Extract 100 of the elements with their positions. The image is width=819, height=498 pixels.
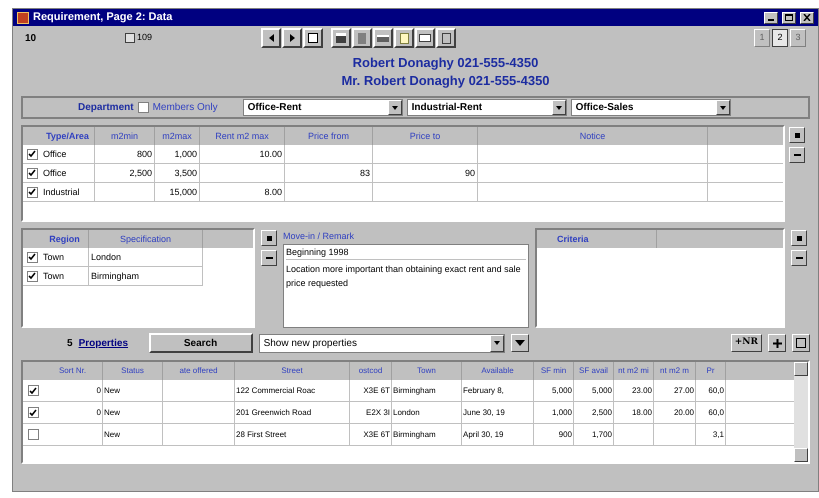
page-tab[interactable]: 2 bbox=[772, 29, 788, 47]
table-cell: E2X 3I bbox=[350, 402, 392, 424]
table-cell: 15,000 bbox=[155, 182, 200, 202]
column-header: Available bbox=[462, 362, 534, 380]
previous-button[interactable] bbox=[261, 28, 281, 48]
table-cell: 83 bbox=[285, 164, 373, 182]
add-row-button[interactable] bbox=[791, 230, 807, 246]
table-cell: 20.00 bbox=[654, 402, 696, 424]
table-cell: 2,500 bbox=[95, 164, 155, 182]
properties-link[interactable]: Properties bbox=[78, 336, 143, 350]
checkbox[interactable] bbox=[28, 407, 38, 418]
column-header: ostcod bbox=[350, 362, 392, 380]
table-cell: 1,700 bbox=[574, 424, 614, 446]
checkbox[interactable] bbox=[26, 148, 38, 160]
remove-row-button[interactable] bbox=[789, 147, 805, 163]
checkbox[interactable] bbox=[26, 168, 38, 178]
checkbox[interactable] bbox=[26, 270, 38, 282]
property-count: 5 bbox=[67, 336, 73, 350]
table-cell: 10.00 bbox=[200, 144, 285, 164]
table-cell: London bbox=[392, 402, 462, 424]
add-row-button[interactable] bbox=[261, 230, 277, 246]
stop-button[interactable] bbox=[303, 28, 323, 48]
table-cell: 18.00 bbox=[614, 402, 654, 424]
table-cell: 90 bbox=[373, 164, 478, 182]
checkbox[interactable] bbox=[26, 252, 38, 262]
add-button[interactable] bbox=[768, 334, 786, 352]
checkbox[interactable] bbox=[138, 102, 149, 113]
column-header: Price from bbox=[285, 127, 373, 145]
plus-icon bbox=[772, 338, 782, 348]
table-cell: Birmingham bbox=[392, 424, 462, 446]
remove-row-button[interactable] bbox=[261, 250, 277, 266]
table-cell: New bbox=[103, 380, 163, 402]
column-header: Region bbox=[41, 230, 89, 248]
table-cell: 1,000 bbox=[534, 402, 574, 424]
add-row-button[interactable] bbox=[789, 127, 805, 143]
remark-text: Beginning 1998 bbox=[286, 245, 526, 260]
table-cell: 3,500 bbox=[155, 164, 200, 182]
search-button[interactable]: Search bbox=[148, 333, 253, 353]
remark-text: Location more important than obtaining exact rent and sale price requested bbox=[286, 263, 522, 290]
record-number: 10 bbox=[25, 32, 38, 46]
maximize-button[interactable] bbox=[782, 12, 796, 24]
delete-button[interactable] bbox=[352, 28, 372, 48]
table-cell: April 30, 19 bbox=[462, 424, 534, 446]
mail-button[interactable] bbox=[415, 28, 435, 48]
table-cell: June 30, 19 bbox=[462, 402, 534, 424]
table-cell: 8.00 bbox=[200, 182, 285, 202]
table-cell: 201 Greenwich Road bbox=[235, 402, 350, 424]
print-button[interactable] bbox=[373, 28, 393, 48]
contact-name: Mr. Robert Donaghy 021-555-4350 bbox=[341, 72, 550, 90]
remark-label: Move-in / Remark bbox=[283, 230, 356, 243]
show-dropdown[interactable]: Show new properties bbox=[258, 334, 505, 352]
page-tab[interactable]: 3 bbox=[790, 29, 806, 47]
category-dropdown[interactable]: Office-Rent bbox=[242, 99, 403, 116]
app-icon bbox=[17, 12, 29, 24]
list-button[interactable] bbox=[792, 334, 810, 352]
checkbox[interactable] bbox=[26, 186, 38, 198]
document-button[interactable] bbox=[394, 28, 414, 48]
column-header: SF avail bbox=[574, 362, 614, 380]
window-title: Requirement, Page 2: Data bbox=[33, 10, 174, 26]
table-cell: February 8, bbox=[462, 380, 534, 402]
checkbox[interactable] bbox=[28, 385, 38, 396]
expand-button[interactable] bbox=[510, 334, 529, 352]
column-header: Rent m2 max bbox=[200, 127, 285, 145]
members-only-label: Members Only bbox=[152, 101, 219, 115]
table-cell: Town bbox=[41, 248, 89, 266]
save-button[interactable] bbox=[331, 28, 351, 48]
category-dropdown[interactable]: Office-Sales bbox=[570, 99, 731, 116]
column-header: Status bbox=[103, 362, 163, 380]
close-button[interactable] bbox=[800, 12, 814, 24]
column-header: SF min bbox=[534, 362, 574, 380]
remove-row-button[interactable] bbox=[791, 250, 807, 266]
table-cell: 1,000 bbox=[155, 144, 200, 164]
table-cell: New bbox=[103, 424, 163, 446]
close-icon bbox=[803, 14, 811, 21]
category-dropdown[interactable]: Industrial-Rent bbox=[406, 99, 567, 116]
column-header: m2max bbox=[155, 127, 200, 145]
maximize-icon bbox=[785, 14, 793, 21]
table-cell: 900 bbox=[534, 424, 574, 446]
next-button[interactable] bbox=[282, 28, 302, 48]
table-cell: 23.00 bbox=[614, 380, 654, 402]
table-cell: 122 Commercial Roac bbox=[235, 380, 350, 402]
table-cell: 60,0 bbox=[696, 380, 726, 402]
checkbox[interactable] bbox=[28, 429, 38, 440]
column-header: Sort Nr. bbox=[43, 362, 103, 380]
column-header: ate offered bbox=[163, 362, 235, 380]
records-icon bbox=[125, 33, 135, 43]
record-count: 109 bbox=[137, 31, 154, 44]
table-cell: 60,0 bbox=[696, 402, 726, 424]
table-cell: 3,1 bbox=[696, 424, 726, 446]
minimize-button[interactable] bbox=[764, 12, 778, 24]
table-cell: Birmingham bbox=[89, 266, 203, 286]
table-cell: 27.00 bbox=[654, 380, 696, 402]
column-header: nt m2 m bbox=[654, 362, 696, 380]
table-cell: 5,000 bbox=[534, 380, 574, 402]
table-cell: London bbox=[89, 248, 203, 266]
new-record-button[interactable]: +NR bbox=[730, 334, 762, 352]
table-cell: Birmingham bbox=[392, 380, 462, 402]
table-cell: 5,000 bbox=[574, 380, 614, 402]
column-header: Pr bbox=[696, 362, 726, 380]
exit-button[interactable] bbox=[436, 28, 456, 48]
